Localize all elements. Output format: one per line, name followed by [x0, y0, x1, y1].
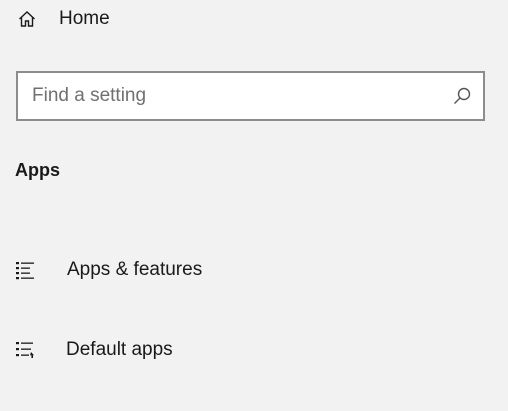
- default-apps-icon: [14, 339, 36, 361]
- home-label: Home: [59, 8, 110, 29]
- nav-item-label: Default apps: [66, 339, 173, 360]
- home-icon: [16, 8, 38, 30]
- nav-item-label: Apps & features: [67, 259, 203, 280]
- nav-item-default-apps[interactable]: Default apps: [14, 333, 173, 367]
- apps-features-icon: [14, 259, 36, 281]
- search-box[interactable]: [16, 71, 485, 121]
- section-title: Apps: [15, 160, 60, 180]
- search-input[interactable]: [32, 85, 451, 107]
- settings-sidebar: Home Apps Apps & features: [0, 0, 508, 411]
- home-nav-item[interactable]: Home: [16, 2, 110, 36]
- search-icon[interactable]: [451, 85, 473, 107]
- nav-item-apps-features[interactable]: Apps & features: [14, 253, 202, 287]
